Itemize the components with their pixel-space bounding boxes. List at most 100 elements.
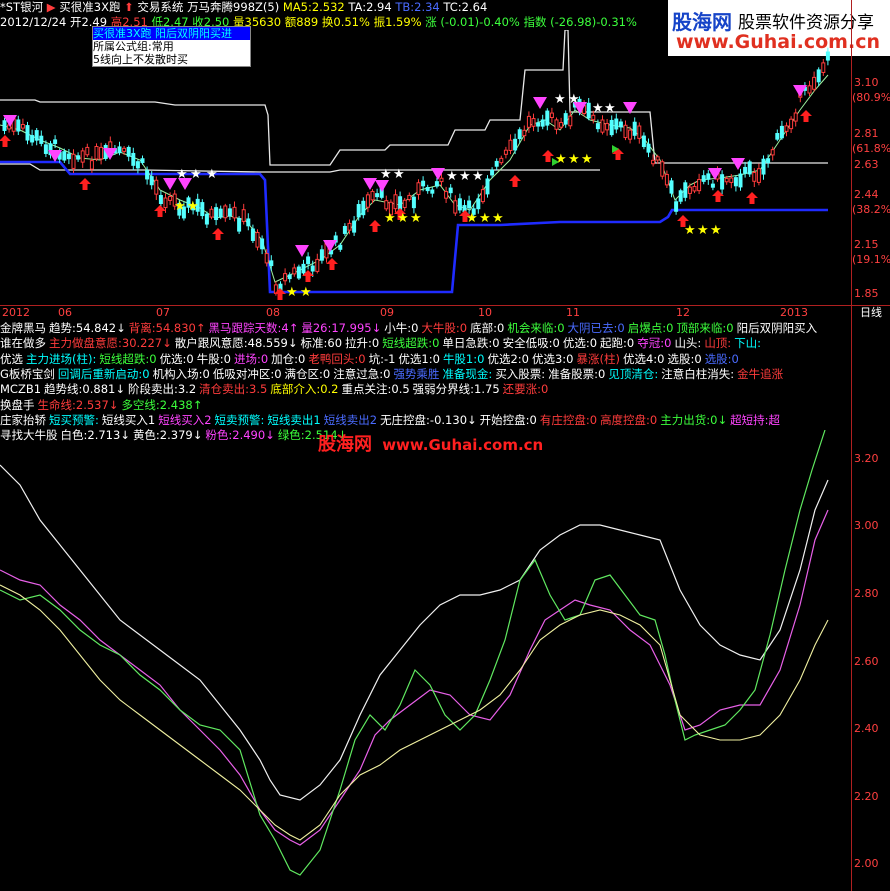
candle [508, 139, 513, 151]
candle [595, 123, 600, 130]
candle [232, 206, 237, 219]
indicator-value: 注意过急:0 [333, 366, 391, 381]
candle [200, 202, 205, 217]
formula-2[interactable]: 交易系统 [137, 0, 183, 14]
period-label[interactable]: 日线 [860, 306, 882, 320]
candle [678, 190, 683, 202]
buy-arrow-icon [0, 135, 11, 147]
indicator-value: 优选:0 [159, 351, 194, 366]
candle [163, 197, 168, 209]
star-icon: ★ [710, 223, 722, 238]
indicator-value: 重点关注:0.5 [341, 382, 410, 397]
candles [2, 47, 830, 296]
candle [618, 121, 623, 128]
indicator-value: 短线买入1 [101, 412, 156, 427]
indicator-tick: 2.20 [854, 790, 879, 803]
candle [669, 180, 674, 194]
candle [301, 263, 306, 274]
indicator-value: 进场:0 [233, 351, 269, 366]
candle [34, 130, 39, 141]
star-icon: ★ [592, 101, 604, 116]
indicator-value: 大牛股:0 [421, 321, 468, 335]
candle [485, 178, 490, 195]
price-tick: 1.85 [854, 287, 879, 300]
candle [20, 124, 25, 129]
candle [476, 198, 481, 210]
indicator-value: 庄家抬轿 [0, 412, 46, 427]
candle [292, 267, 297, 275]
indicator-tick: 2.60 [854, 655, 879, 668]
time-label: 06 [58, 306, 72, 319]
quote-index: 指数 (-26.98)-0.31% [523, 15, 637, 29]
indicator-value: 背离:54.830↑ [128, 321, 206, 335]
star-icon: ★ [187, 199, 199, 214]
candle [43, 144, 48, 154]
time-label: 07 [156, 306, 170, 319]
candle [393, 194, 398, 210]
indicator-value: 主力做盘意愿:30.227↓ [49, 336, 172, 351]
candle [752, 172, 757, 182]
star-icon: ★ [604, 101, 616, 116]
indicator-value: 主力出货:0↓ [660, 412, 728, 427]
candle [632, 121, 637, 136]
candle [416, 182, 421, 195]
indicator-row: 庄家抬轿 短买预警: 短线买入1 短线买入2 短卖预警: 短线卖出1 短线卖出2 无庄控盘:-… [0, 413, 852, 428]
candle [701, 175, 706, 182]
green-line [0, 430, 826, 876]
candle [605, 123, 610, 131]
price-tick: 2.15 [854, 238, 879, 251]
candle [214, 207, 219, 221]
price-tick: 2.81 [854, 127, 879, 140]
candle [609, 119, 614, 136]
formula-3[interactable]: 万马奔腾998Z(5) [187, 0, 279, 14]
pink-line [0, 509, 829, 846]
buy-arrow-icon [800, 110, 812, 122]
star-icon: ★ [697, 223, 709, 238]
stock-name[interactable]: *ST银河 [0, 0, 43, 14]
candle [793, 112, 798, 122]
candle [347, 222, 352, 231]
candle [269, 260, 274, 267]
quote-amplitude: 振1.59% [373, 15, 422, 29]
candle [296, 266, 301, 279]
candle [62, 151, 67, 161]
time-axis: 2012 06 07 08 09 10 11 12 2013 日线 [0, 306, 890, 320]
indicator-value: 满仓区:0 [284, 366, 331, 381]
candle [559, 122, 564, 128]
candle [444, 191, 449, 199]
indicator-value: 山顶: [704, 336, 732, 351]
candle [563, 113, 568, 125]
indicator-value: 主力进场(柱): [26, 351, 97, 366]
candle [168, 196, 173, 201]
indicator-value: 有庄控盘:0 [539, 412, 598, 427]
indicator-value: 趋势:54.842↓ [49, 321, 126, 335]
buy-arrow-icon [79, 178, 91, 190]
formula-1[interactable]: 买很准3X跑 [59, 0, 120, 14]
indicator-value: 机构入场:0 [152, 366, 210, 381]
indicator-value: 拉升:0 [345, 336, 380, 351]
candle [743, 166, 748, 174]
candle [209, 208, 214, 218]
candle [540, 119, 545, 127]
tooltip-line-2: 所属公式组:常用 [93, 40, 174, 53]
candle [25, 125, 30, 141]
indicator-value: 无庄控盘:-0.130↓ [380, 412, 477, 427]
candle [264, 253, 269, 264]
indicator-value: 买入股票: [495, 366, 546, 381]
indicator-value: 牛股:0 [196, 351, 231, 366]
indicator-chart[interactable] [0, 430, 852, 891]
indicator-value: G板桥宝剑 [0, 366, 55, 381]
indicator-value: 高度控盘:0 [600, 412, 658, 427]
candle [825, 51, 830, 61]
indicator-value: 短线超跌:0 [99, 351, 157, 366]
buy-arrow-icon [369, 220, 381, 232]
quote-turnover: 换0.51% [321, 15, 370, 29]
star-icon: ★ [174, 199, 186, 214]
candle [306, 256, 311, 265]
price-chart[interactable]: ★ ★ ★ ★ ★ ★ ★ ★★ ★★ ★★ ★★ ★★ ★ ★ ★ ★ ★★ ★ ★★ ★ ★ [0, 30, 852, 305]
indicator-value: MCZB1 [0, 382, 42, 397]
star-icon: ★ [581, 152, 593, 167]
star-icon: ★ [466, 211, 478, 226]
candle [319, 249, 324, 261]
star-icon: ★ [472, 169, 484, 184]
